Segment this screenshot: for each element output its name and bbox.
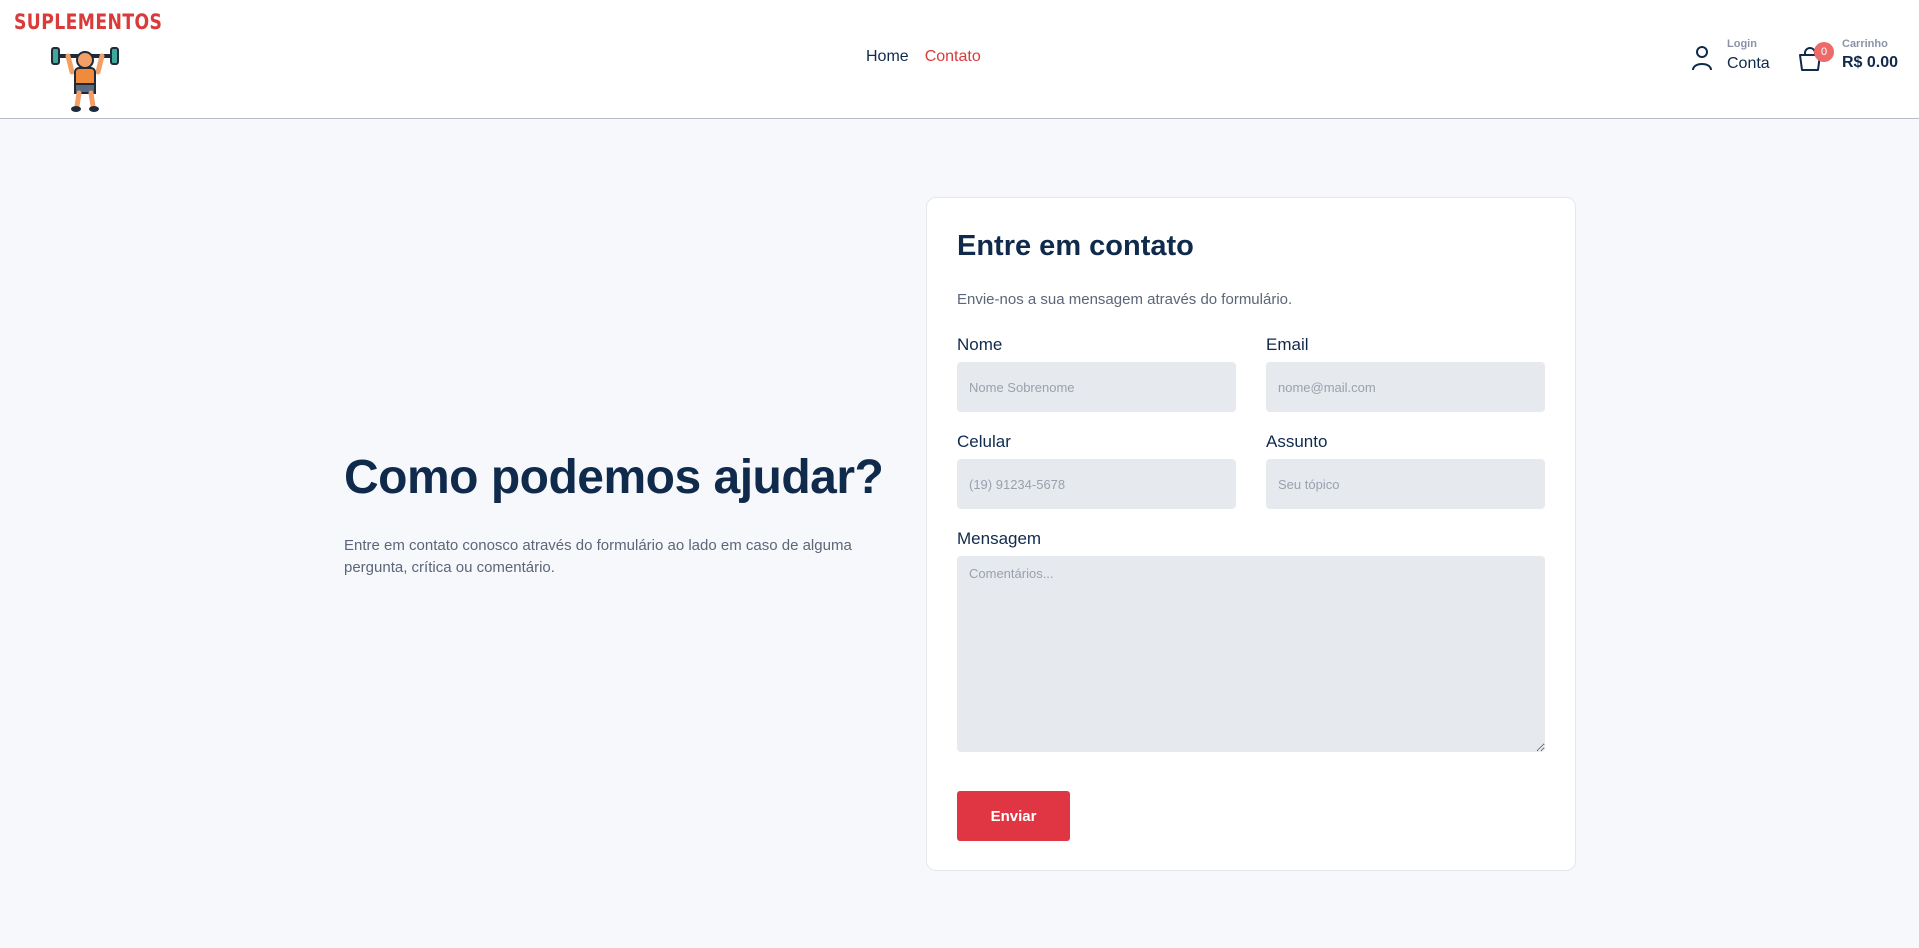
brand-name: SUPLEMENTOS [14,10,163,34]
nome-label: Nome [957,335,1003,354]
page-title: Como podemos ajudar? [344,451,884,504]
email-input[interactable] [1266,362,1545,412]
form-title: Entre em contato [957,230,1194,262]
assunto-input[interactable] [1266,459,1545,509]
contact-form: Entre em contato Envie-nos a sua mensage… [926,197,1576,871]
account-login-label: Login [1727,38,1757,50]
cart-total: R$ 0.00 [1842,54,1899,71]
nav-home-link[interactable]: Home [866,48,909,66]
nav-contato-link[interactable]: Contato [925,48,981,66]
mensagem-textarea[interactable] [957,556,1545,752]
contact-intro: Como podemos ajudar? Entre em contato co… [344,450,884,579]
celular-input[interactable] [957,459,1236,509]
nome-input[interactable] [957,362,1236,412]
cart-label: Carrinho [1842,38,1888,50]
user-icon [1692,46,1712,71]
form-subtitle: Envie-nos a sua mensagem através do form… [957,291,1293,308]
email-label: Email [1266,335,1309,354]
mensagem-label: Mensagem [957,529,1042,548]
cart-count-badge: 0 [1814,42,1834,62]
intro-text: Entre em contato conosco através do form… [344,537,852,576]
main-nav: Home Contato [866,48,981,66]
weightlifter-icon [51,47,119,112]
site-header: SUPLEMENTOS Home Contato Login Conta 0 C… [0,0,1919,119]
brand-logo[interactable]: SUPLEMENTOS [14,10,163,112]
celular-label: Celular [957,432,1011,451]
enviar-button[interactable]: Enviar [957,791,1070,841]
account-label: Conta [1727,55,1770,72]
assunto-label: Assunto [1266,432,1328,451]
